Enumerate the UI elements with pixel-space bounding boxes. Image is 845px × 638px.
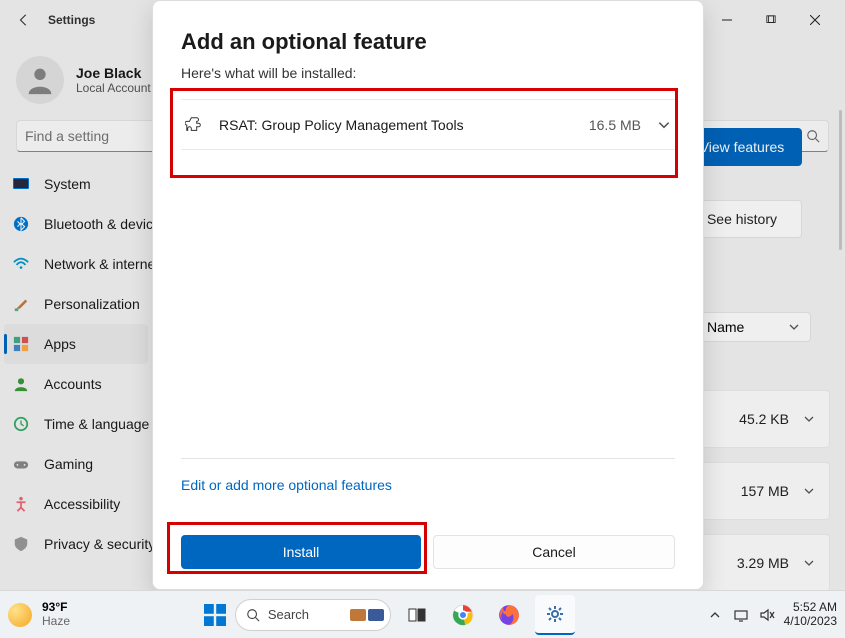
settings-button[interactable] [535, 595, 575, 635]
tray-chevron-icon[interactable] [706, 606, 724, 624]
temperature: 93°F [42, 601, 70, 614]
weather-widget[interactable]: 93°F Haze [42, 601, 70, 627]
feature-size: 16.5 MB [589, 117, 641, 133]
date: 4/10/2023 [784, 615, 837, 628]
taskbar-search[interactable]: Search [235, 599, 391, 631]
volume-tray-icon[interactable] [758, 606, 776, 624]
install-button[interactable]: Install [181, 535, 421, 569]
cancel-button[interactable]: Cancel [433, 535, 675, 569]
chevron-down-icon [657, 118, 671, 132]
chrome-button[interactable] [443, 595, 483, 635]
dialog-subtitle: Here's what will be installed: [181, 65, 675, 81]
task-view-button[interactable] [397, 595, 437, 635]
weather-icon [8, 603, 32, 627]
edit-features-link[interactable]: Edit or add more optional features [181, 477, 675, 493]
search-icon [246, 608, 260, 622]
firefox-button[interactable] [489, 595, 529, 635]
search-placeholder: Search [268, 607, 309, 622]
start-button[interactable] [201, 601, 229, 629]
search-highlight-icon [350, 609, 366, 621]
weather-condition: Haze [42, 615, 70, 628]
add-feature-dialog: Add an optional feature Here's what will… [152, 0, 704, 590]
time: 5:52 AM [784, 601, 837, 614]
feature-list: RSAT: Group Policy Management Tools 16.5… [181, 99, 675, 150]
network-tray-icon[interactable] [732, 606, 750, 624]
taskbar: 93°F Haze Search [0, 590, 845, 638]
puzzle-icon [185, 116, 203, 134]
dialog-title: Add an optional feature [181, 29, 675, 55]
clock-tray[interactable]: 5:52 AM 4/10/2023 [784, 601, 837, 627]
feature-item[interactable]: RSAT: Group Policy Management Tools 16.5… [181, 100, 675, 150]
feature-name: RSAT: Group Policy Management Tools [219, 117, 573, 133]
search-highlight-icon [368, 609, 384, 621]
